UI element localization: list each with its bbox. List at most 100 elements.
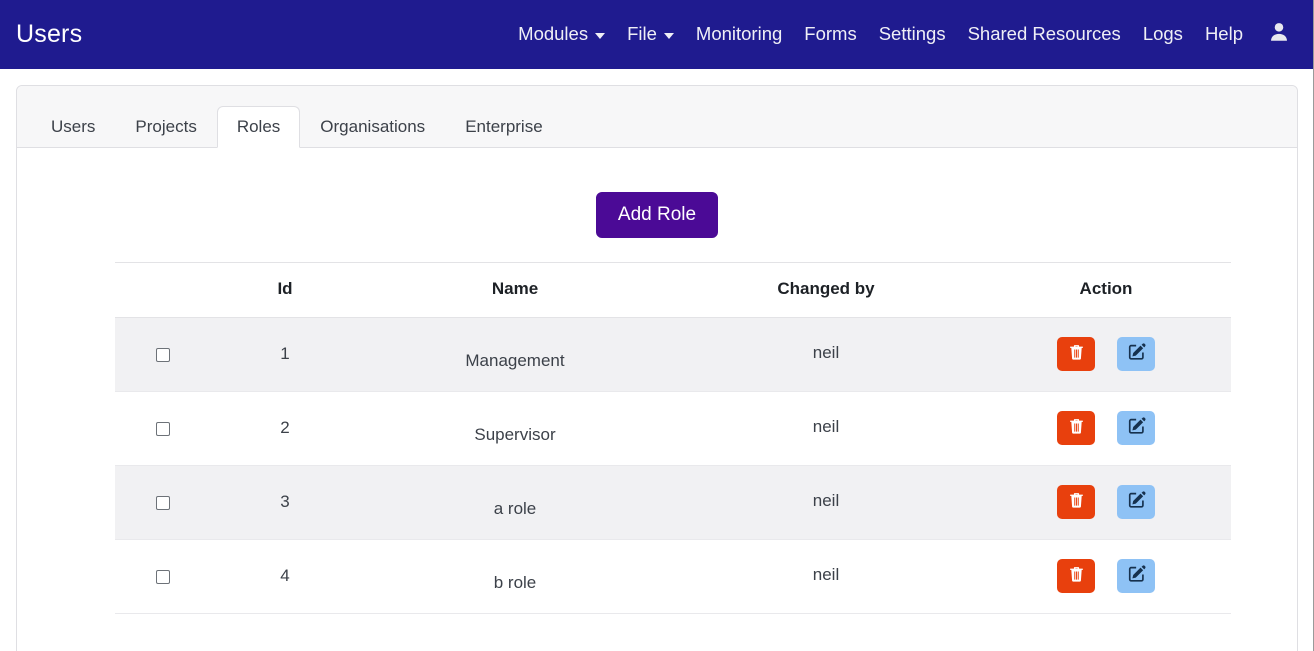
nav-link-shared-resources[interactable]: Shared Resources <box>957 17 1132 52</box>
table-row: 3 a role neil <box>115 465 1231 539</box>
pencil-square-icon <box>1127 491 1146 513</box>
nav-link-logs[interactable]: Logs <box>1132 17 1194 52</box>
cell-select <box>115 391 211 465</box>
cell-name: Management <box>359 317 671 391</box>
role-changed-by: neil <box>813 491 839 511</box>
row-select-checkbox[interactable] <box>156 422 170 436</box>
tab-label: Projects <box>135 117 196 136</box>
cell-name: Supervisor <box>359 391 671 465</box>
cell-changed-by: neil <box>671 391 981 465</box>
cell-select <box>115 465 211 539</box>
edit-role-button[interactable] <box>1117 337 1155 371</box>
tab-bar: Users Projects Roles Organisations Enter… <box>17 86 1297 148</box>
trash-icon <box>1068 566 1085 586</box>
row-select-checkbox[interactable] <box>156 570 170 584</box>
cell-action <box>981 391 1231 465</box>
column-header-id: Id <box>211 262 359 317</box>
cell-action <box>981 317 1231 391</box>
nav-link-help[interactable]: Help <box>1194 17 1254 52</box>
pencil-square-icon <box>1127 417 1146 439</box>
row-actions <box>989 411 1223 445</box>
delete-role-button[interactable] <box>1057 411 1095 445</box>
nav-link-label: Help <box>1205 25 1243 44</box>
user-menu-button[interactable] <box>1254 13 1300 56</box>
cell-name: a role <box>359 465 671 539</box>
nav-link-label: Settings <box>879 25 946 44</box>
row-actions <box>989 337 1223 371</box>
role-id: 3 <box>280 492 289 511</box>
roles-table: Id Name Changed by Action 1 Management n… <box>115 262 1231 614</box>
role-changed-by: neil <box>813 343 839 363</box>
page-title: Users <box>16 20 82 49</box>
table-row: 1 Management neil <box>115 317 1231 391</box>
nav-links: Modules File Monitoring Forms Settings S… <box>507 17 1254 52</box>
nav-link-label: Forms <box>804 25 856 44</box>
edit-role-button[interactable] <box>1117 485 1155 519</box>
nav-link-label: Modules <box>518 25 588 44</box>
row-actions <box>989 559 1223 593</box>
cell-id: 1 <box>211 317 359 391</box>
nav-link-settings[interactable]: Settings <box>868 17 957 52</box>
roles-table-wrap: Id Name Changed by Action 1 Management n… <box>17 262 1297 614</box>
tab-users[interactable]: Users <box>31 106 115 148</box>
table-row: 2 Supervisor neil <box>115 391 1231 465</box>
nav-link-monitoring[interactable]: Monitoring <box>685 17 793 52</box>
trash-icon <box>1068 344 1085 364</box>
tab-roles[interactable]: Roles <box>217 106 300 148</box>
table-row: 4 b role neil <box>115 539 1231 613</box>
role-changed-by: neil <box>813 565 839 585</box>
row-select-checkbox[interactable] <box>156 348 170 362</box>
cell-select <box>115 539 211 613</box>
cell-id: 4 <box>211 539 359 613</box>
delete-role-button[interactable] <box>1057 337 1095 371</box>
cell-action <box>981 465 1231 539</box>
delete-role-button[interactable] <box>1057 485 1095 519</box>
role-id: 2 <box>280 418 289 437</box>
table-header-row: Id Name Changed by Action <box>115 262 1231 317</box>
role-id: 4 <box>280 566 289 585</box>
roles-table-head: Id Name Changed by Action <box>115 262 1231 317</box>
nav-link-file[interactable]: File <box>616 17 685 52</box>
tab-organisations[interactable]: Organisations <box>300 106 445 148</box>
roles-panel: Add Role Id Name Changed by Action <box>17 148 1297 614</box>
trash-icon <box>1068 418 1085 438</box>
nav-link-label: Shared Resources <box>968 25 1121 44</box>
tab-label: Roles <box>237 117 280 136</box>
nav-link-modules[interactable]: Modules <box>507 17 616 52</box>
cell-changed-by: neil <box>671 539 981 613</box>
roles-card: Users Projects Roles Organisations Enter… <box>16 85 1298 651</box>
cell-select <box>115 317 211 391</box>
column-header-changed-by: Changed by <box>671 262 981 317</box>
tab-projects[interactable]: Projects <box>115 106 216 148</box>
chevron-down-icon <box>664 33 674 39</box>
edit-role-button[interactable] <box>1117 411 1155 445</box>
role-name: b role <box>494 573 537 593</box>
cell-id: 2 <box>211 391 359 465</box>
row-select-checkbox[interactable] <box>156 496 170 510</box>
role-name: Management <box>465 351 564 371</box>
cell-name: b role <box>359 539 671 613</box>
user-icon <box>1268 21 1290 48</box>
cell-action <box>981 539 1231 613</box>
cell-id: 3 <box>211 465 359 539</box>
add-role-button[interactable]: Add Role <box>596 192 718 238</box>
cell-changed-by: neil <box>671 465 981 539</box>
edit-role-button[interactable] <box>1117 559 1155 593</box>
nav-link-label: Logs <box>1143 25 1183 44</box>
tab-label: Enterprise <box>465 117 542 136</box>
pencil-square-icon <box>1127 343 1146 365</box>
role-name: Supervisor <box>474 425 555 445</box>
nav-link-label: File <box>627 25 657 44</box>
roles-table-body: 1 Management neil <box>115 317 1231 613</box>
row-actions <box>989 485 1223 519</box>
nav-link-label: Monitoring <box>696 25 782 44</box>
top-navbar: Users Modules File Monitoring Forms Sett… <box>0 0 1314 69</box>
tab-label: Users <box>51 117 95 136</box>
tab-enterprise[interactable]: Enterprise <box>445 106 562 148</box>
delete-role-button[interactable] <box>1057 559 1095 593</box>
tab-label: Organisations <box>320 117 425 136</box>
nav-link-forms[interactable]: Forms <box>793 17 867 52</box>
role-changed-by: neil <box>813 417 839 437</box>
chevron-down-icon <box>595 33 605 39</box>
cell-changed-by: neil <box>671 317 981 391</box>
